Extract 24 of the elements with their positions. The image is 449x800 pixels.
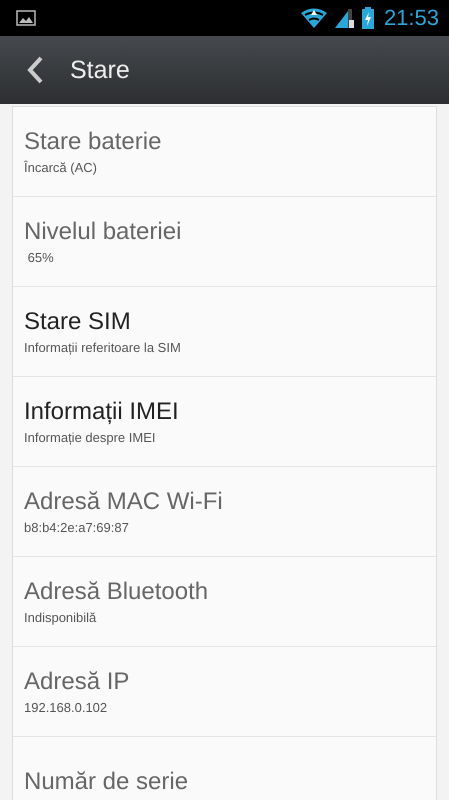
preference-item[interactable]: Stare SIM Informații referitoare la SIM [13,287,436,377]
item-title: Informații IMEI [24,398,180,426]
item-title: Număr de serie [24,768,190,796]
item-summary: 65% [26,250,55,265]
item-title: Adresă IP [24,668,130,696]
signal-icon [334,7,356,29]
wifi-icon [300,7,328,29]
preference-item[interactable]: Informații IMEI Informație despre IMEI [13,377,436,467]
item-title: Stare SIM [24,308,132,336]
item-summary: Informație despre IMEI [24,430,156,445]
battery-icon [362,7,374,29]
item-title: Stare baterie [24,128,162,156]
item-summary: 192.168.0.102 [24,700,108,715]
item-summary: Încarcă (AC) [24,160,98,175]
item-summary: Informații referitoare la SIM [24,340,182,355]
back-icon[interactable] [26,56,44,84]
screen-title: Stare [70,56,130,84]
item-title: Adresă MAC Wi-Fi [24,488,224,516]
image-icon [16,10,36,26]
item-summary: b8:b4:2e:a7:69:87 [24,520,130,535]
item-title: Nivelul bateriei [24,218,182,246]
item-title: Adresă Bluetooth [24,578,210,606]
clock: 21:53 [384,5,439,31]
item-summary: Indisponibilă [24,610,98,625]
